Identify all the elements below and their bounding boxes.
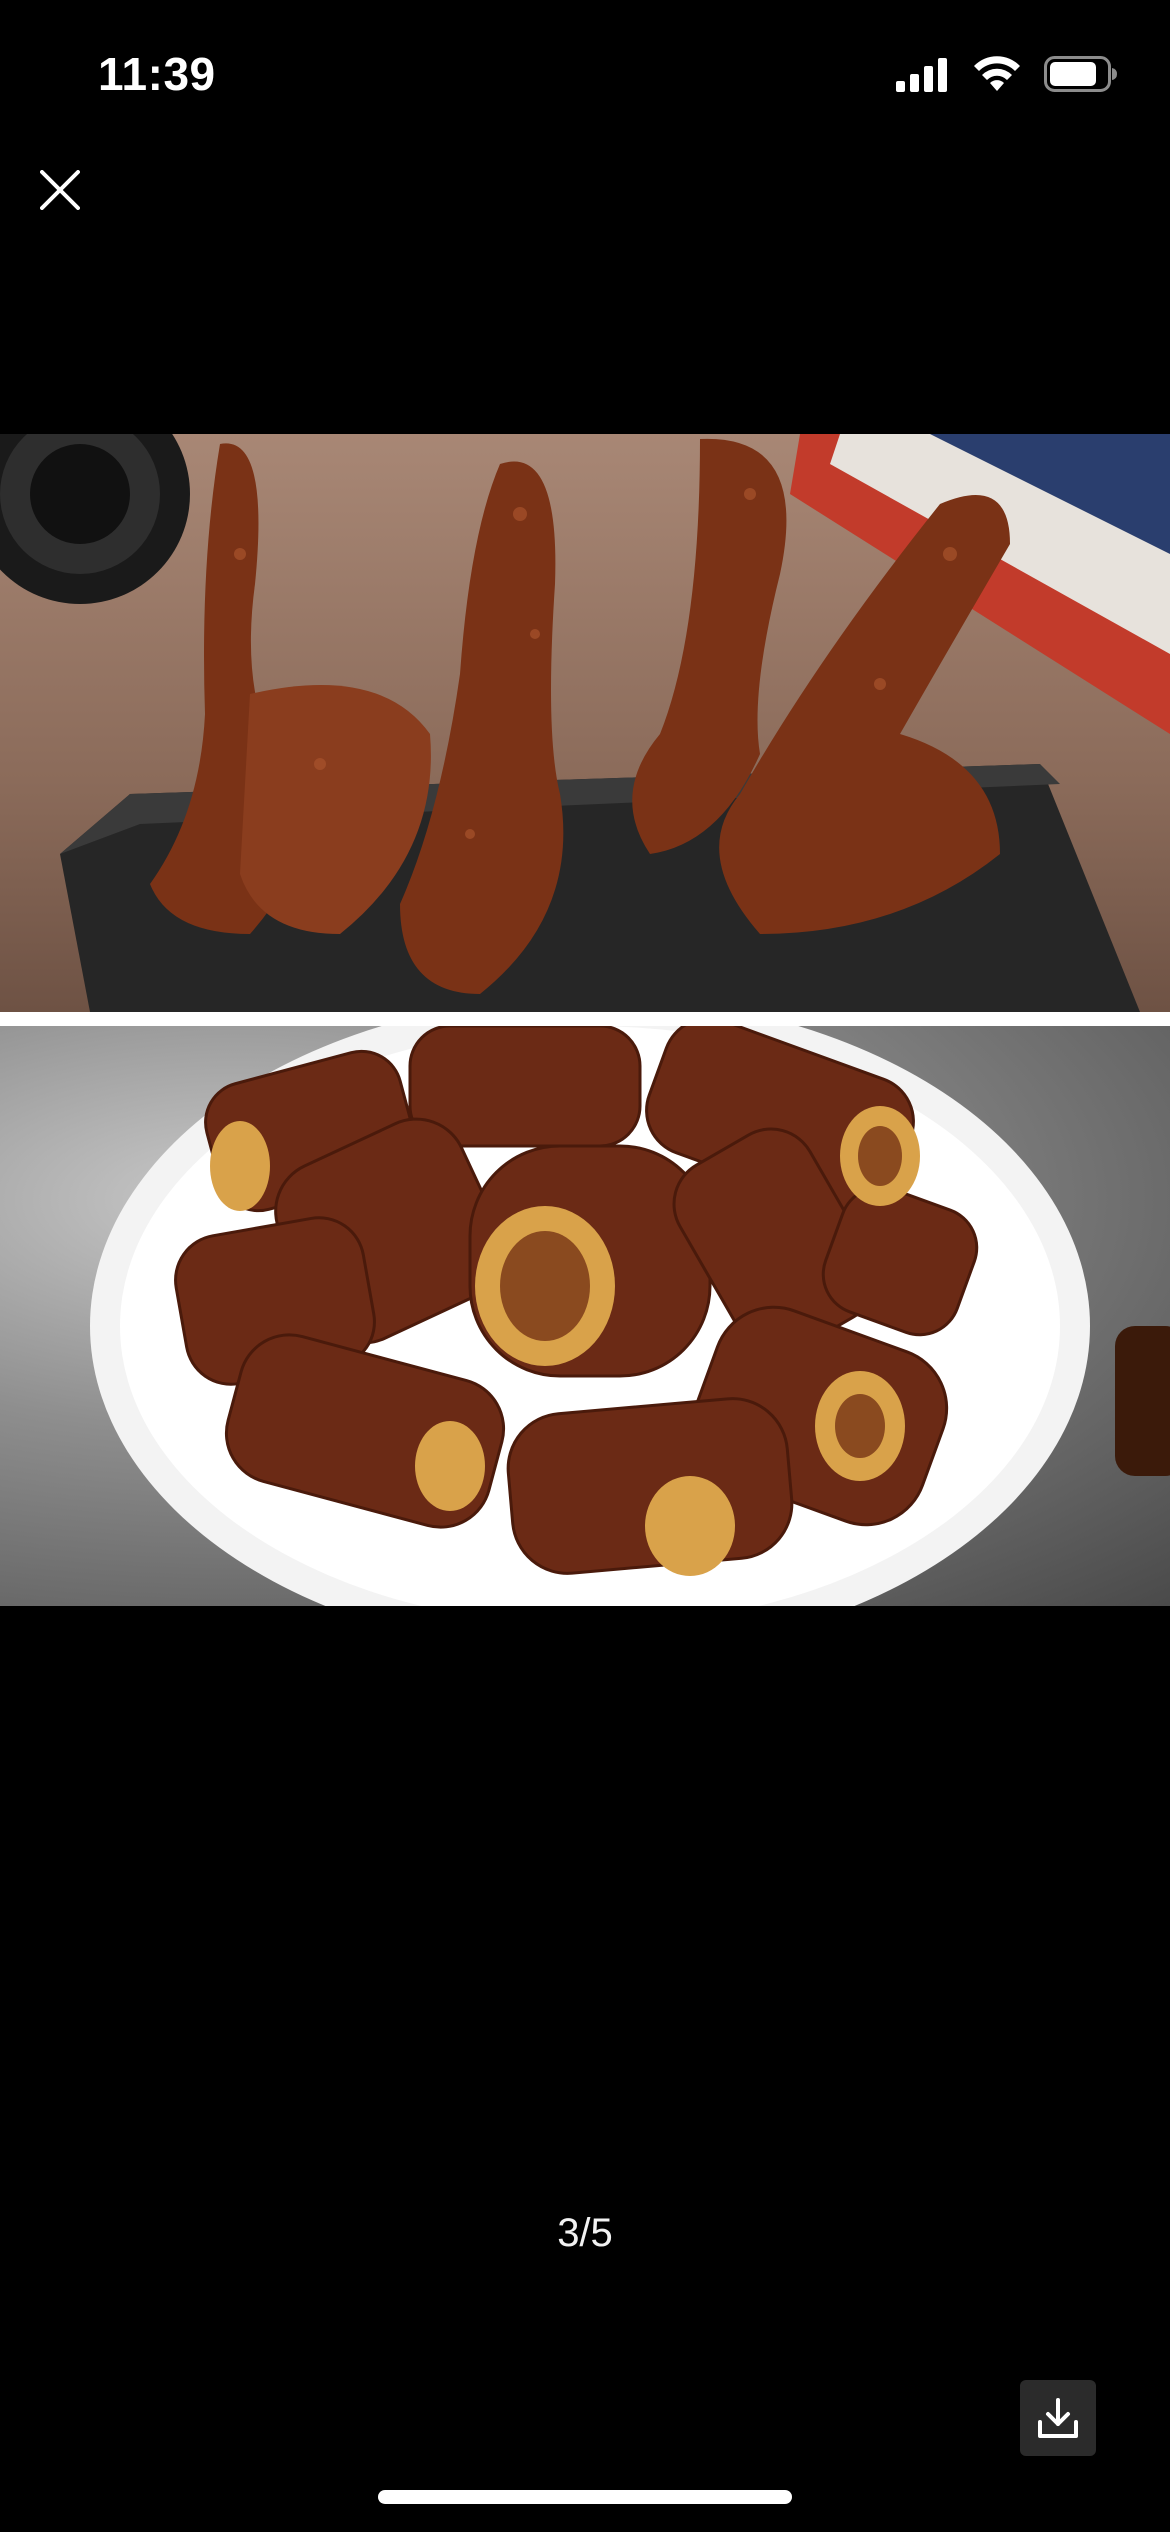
close-button[interactable] xyxy=(30,160,90,220)
cellular-signal-icon xyxy=(896,58,947,92)
download-button[interactable] xyxy=(1020,2380,1096,2456)
status-bar: 11:39 xyxy=(0,0,1170,140)
image-counter: 3/5 xyxy=(557,2211,613,2255)
braised-intestine-plate-photo xyxy=(0,1026,1170,1606)
home-indicator[interactable] xyxy=(378,2490,792,2504)
braised-duck-tongues-photo xyxy=(0,434,1170,1012)
status-icons xyxy=(896,52,1118,96)
battery-icon xyxy=(1044,56,1117,92)
close-icon xyxy=(40,170,80,210)
status-time: 11:39 xyxy=(98,48,216,100)
image-viewer[interactable] xyxy=(0,434,1170,1606)
wifi-icon xyxy=(974,56,1020,91)
download-icon xyxy=(1038,2398,1078,2438)
